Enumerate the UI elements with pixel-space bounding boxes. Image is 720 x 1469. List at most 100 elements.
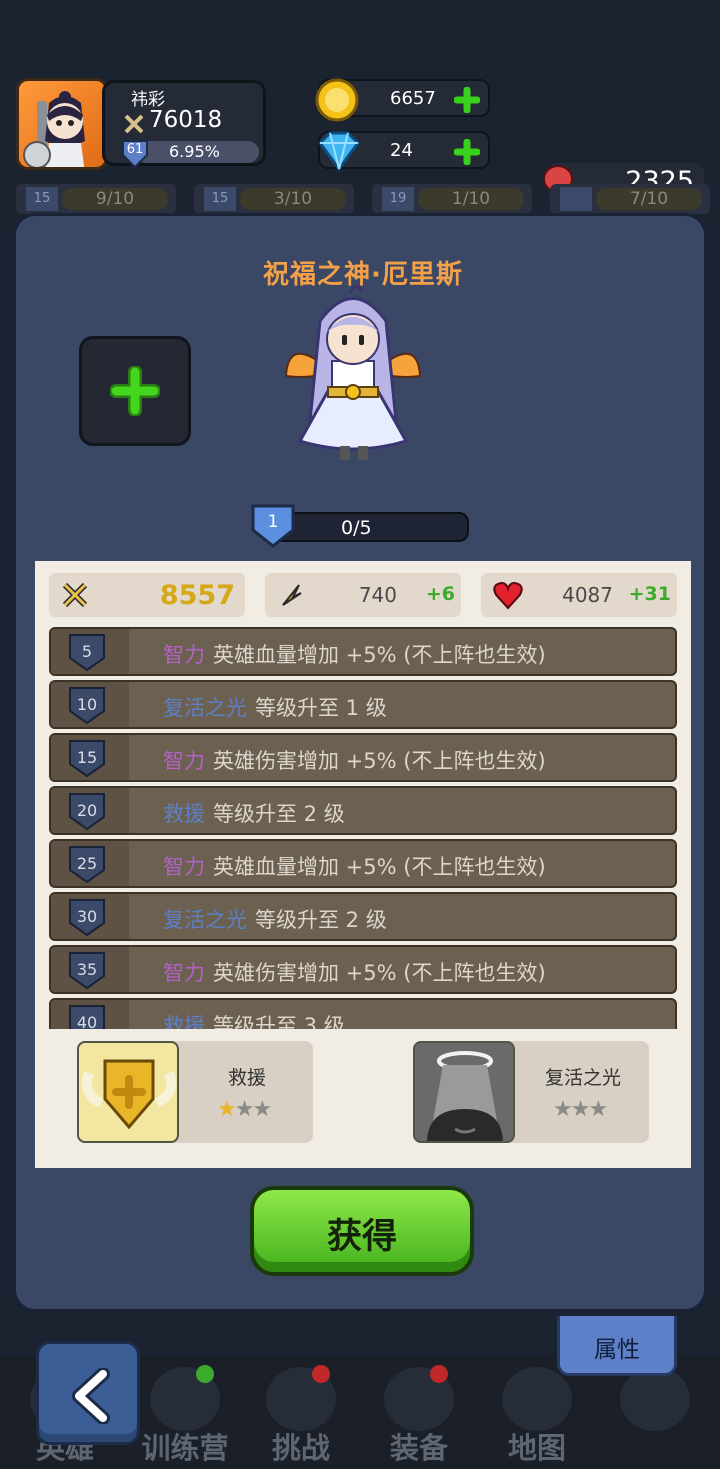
player-card[interactable]: 祎彩 76018 6.95% 61 bbox=[16, 78, 266, 170]
add-gem-button[interactable] bbox=[454, 139, 480, 165]
unlock-row: 10 复活之光 等级升至 1 级 bbox=[49, 680, 677, 729]
hp-bonus: +31 bbox=[628, 583, 671, 605]
unlock-desc: 等级升至 1 级 bbox=[255, 696, 387, 720]
unlock-level-text: 25 bbox=[76, 854, 98, 873]
map-icon bbox=[502, 1367, 572, 1431]
skill-card-revive-light[interactable]: 复活之光 ★★★ bbox=[413, 1041, 649, 1143]
lock-icon bbox=[620, 1367, 690, 1431]
slot-progress: 9/10 bbox=[95, 189, 135, 209]
obtain-button[interactable]: 获得 bbox=[250, 1186, 474, 1276]
star-empty-icon: ★ bbox=[588, 1097, 608, 1122]
unlock-row: 15 智力 英雄伤害增加 +5% (不上阵也生效) bbox=[49, 733, 677, 782]
attack-value: 8557 bbox=[159, 580, 235, 611]
plus-icon bbox=[110, 366, 160, 416]
slot-progress-bar: 9/10 bbox=[62, 188, 168, 210]
unlock-row: 20 救援 等级升至 2 级 bbox=[49, 786, 677, 835]
back-button[interactable] bbox=[36, 1341, 140, 1445]
gem-amount: 24 bbox=[390, 140, 413, 161]
star-empty-icon: ★ bbox=[553, 1097, 573, 1122]
unlock-desc: 英雄血量增加 +5% (不上阵也生效) bbox=[213, 643, 546, 667]
speed-value: 740 bbox=[358, 583, 397, 607]
unlock-level-text: 35 bbox=[76, 960, 98, 979]
unlock-level: 35 bbox=[51, 947, 129, 992]
star-empty-icon: ★ bbox=[570, 1097, 591, 1122]
hero-portrait bbox=[284, 285, 422, 460]
gem-counter: 24 bbox=[318, 131, 490, 172]
team-slot[interactable]: 7/10 bbox=[550, 184, 710, 214]
unlock-desc: 等级升至 2 级 bbox=[255, 908, 387, 932]
player-level: 61 bbox=[126, 142, 144, 157]
slot-progress-bar: 7/10 bbox=[596, 188, 702, 210]
nav-label: 装备 bbox=[389, 1431, 448, 1465]
star-progress-bar: 0/5 bbox=[269, 512, 469, 542]
add-gold-button[interactable] bbox=[454, 87, 480, 113]
unlock-row: 5 智力 英雄血量增加 +5% (不上阵也生效) bbox=[49, 627, 677, 676]
unlock-level: 20 bbox=[51, 788, 129, 833]
attack-stat: 8557 bbox=[49, 573, 245, 617]
unlock-desc: 英雄伤害增加 +5% (不上阵也生效) bbox=[213, 749, 546, 773]
nav-equipment[interactable]: 装备 bbox=[364, 1355, 474, 1469]
back-arrow-icon bbox=[72, 1368, 110, 1424]
notification-dot bbox=[312, 1365, 330, 1383]
slot-progress: 3/10 bbox=[273, 189, 313, 209]
skill-name: 复活之光 bbox=[544, 1067, 621, 1089]
nav-challenge[interactable]: 挑战 bbox=[246, 1355, 356, 1469]
unlock-row: 30 复活之光 等级升至 2 级 bbox=[49, 892, 677, 941]
unlock-level-text: 10 bbox=[76, 695, 98, 714]
star-filled-icon: ★ bbox=[217, 1097, 237, 1122]
unlock-level-text: 15 bbox=[76, 748, 98, 767]
team-slot[interactable]: 15 3/10 bbox=[194, 184, 354, 214]
unlock-tag: 智力 bbox=[163, 961, 205, 985]
power-swords-icon bbox=[124, 114, 144, 134]
slot-progress-bar: 1/10 bbox=[418, 188, 524, 210]
nav-training-camp[interactable]: 训练营 bbox=[130, 1355, 240, 1469]
slot-progress-bar: 3/10 bbox=[240, 188, 346, 210]
revive-light-icon bbox=[413, 1041, 515, 1143]
add-item-slot[interactable] bbox=[79, 336, 191, 446]
unlock-tag: 智力 bbox=[163, 643, 205, 667]
skill-name: 救援 bbox=[227, 1067, 266, 1089]
notification-dot bbox=[430, 1365, 448, 1383]
unlock-level: 30 bbox=[51, 894, 129, 939]
hp-value: 4087 bbox=[562, 583, 613, 607]
slot-level: 19 bbox=[382, 187, 414, 211]
player-avatar[interactable] bbox=[16, 78, 108, 170]
unlock-row: 25 智力 英雄血量增加 +5% (不上阵也生效) bbox=[49, 839, 677, 888]
unlock-level-text: 5 bbox=[81, 642, 93, 661]
skill-card-rescue[interactable]: 救援 ★★★ bbox=[77, 1041, 313, 1143]
skill-stars: ★★★ bbox=[217, 1097, 272, 1122]
unlock-tag: 复活之光 bbox=[163, 696, 247, 720]
unlock-level-text: 20 bbox=[76, 801, 98, 820]
star-empty-icon: ★ bbox=[252, 1097, 272, 1122]
gold-coin-icon bbox=[315, 78, 359, 122]
unlock-level: 10 bbox=[51, 682, 129, 727]
unlock-level: 15 bbox=[51, 735, 129, 780]
unlock-tag: 救援 bbox=[163, 1014, 205, 1029]
settings-gear-icon[interactable] bbox=[23, 141, 51, 167]
unlock-tag: 救援 bbox=[163, 802, 205, 826]
player-info: 祎彩 76018 6.95% 61 bbox=[102, 80, 266, 169]
hp-stat: 4087 +31 bbox=[481, 573, 677, 617]
unlock-tag: 复活之光 bbox=[163, 908, 247, 932]
attributes-tab-label: 属性 bbox=[594, 1337, 640, 1363]
gold-counter: 6657 bbox=[315, 78, 490, 122]
skill-stars: ★★★ bbox=[553, 1097, 608, 1122]
slot-level bbox=[560, 187, 592, 211]
heart-icon bbox=[493, 581, 523, 610]
unlock-desc: 等级升至 3 级 bbox=[213, 1014, 345, 1029]
unlock-level: 40 bbox=[51, 1000, 129, 1029]
unlock-level-text: 40 bbox=[76, 1013, 98, 1029]
slot-level: 15 bbox=[204, 187, 236, 211]
unlock-list[interactable]: 5 智力 英雄血量增加 +5% (不上阵也生效) 10 复活之光 等级升至 1 级 … bbox=[49, 627, 677, 1029]
diamond-icon bbox=[318, 131, 360, 172]
team-slots: 15 9/10 15 3/10 19 1/10 7/10 bbox=[16, 184, 716, 214]
unlock-row: 35 智力 英雄伤害增加 +5% (不上阵也生效) bbox=[49, 945, 677, 994]
star-empty-icon: ★ bbox=[234, 1097, 255, 1122]
unlock-desc: 英雄血量增加 +5% (不上阵也生效) bbox=[213, 855, 546, 879]
team-slot[interactable]: 19 1/10 bbox=[372, 184, 532, 214]
team-slot[interactable]: 15 9/10 bbox=[16, 184, 176, 214]
player-power: 76018 bbox=[149, 107, 223, 133]
attributes-tab[interactable]: 属性 bbox=[557, 1316, 677, 1376]
gold-amount: 6657 bbox=[390, 88, 436, 109]
hero-info-panel: 8557 740 +6 4087 +31 5 智力 英雄血量增加 +5% (不上阵… bbox=[35, 561, 691, 1168]
